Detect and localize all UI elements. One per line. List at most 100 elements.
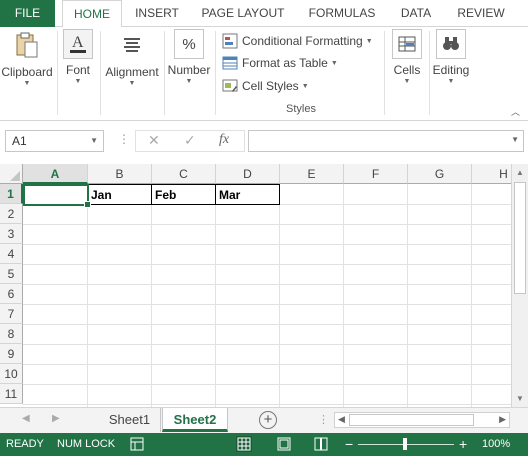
font-button[interactable]: A Font ▼ xyxy=(60,29,96,85)
gridline xyxy=(343,184,344,407)
ribbon: Clipboard ▼ A Font ▼ Alignment ▼ % Numbe… xyxy=(0,27,528,121)
number-icon: % xyxy=(174,29,204,59)
enter-icon[interactable]: ✓ xyxy=(184,132,196,149)
status-ready: READY xyxy=(6,438,44,450)
gridline xyxy=(23,344,511,345)
cancel-icon[interactable]: ✕ xyxy=(148,132,160,149)
ribbon-separator xyxy=(164,31,165,115)
page-layout-view-icon[interactable] xyxy=(276,436,292,452)
horizontal-scrollbar[interactable]: ◀ ▶ xyxy=(334,412,510,428)
row-header-4[interactable]: 4 xyxy=(0,244,23,264)
column-header-e[interactable]: E xyxy=(280,164,344,184)
cells-label: Cells xyxy=(393,63,421,77)
gridline xyxy=(23,224,511,225)
row-header-6[interactable]: 6 xyxy=(0,284,23,304)
alignment-button[interactable]: Alignment ▼ xyxy=(103,29,161,87)
gridline xyxy=(407,184,408,407)
row-header-5[interactable]: 5 xyxy=(0,264,23,284)
name-box[interactable]: A1 ▼ xyxy=(5,130,104,152)
select-all-button[interactable] xyxy=(0,164,23,184)
clipboard-icon xyxy=(11,29,43,61)
sheet-tab-sheet2[interactable]: Sheet2 xyxy=(162,408,228,432)
number-label: Number xyxy=(167,63,211,77)
column-header-b[interactable]: B xyxy=(88,164,152,184)
row-header-11[interactable]: 11 xyxy=(0,384,23,404)
number-button[interactable]: % Number ▼ xyxy=(166,29,212,85)
conditional-formatting-button[interactable]: Conditional Formatting ▼ xyxy=(222,31,373,51)
cells-icon xyxy=(392,29,422,59)
conditional-formatting-icon xyxy=(222,33,238,49)
cell-c1[interactable]: Feb xyxy=(151,184,216,205)
row-header-8[interactable]: 8 xyxy=(0,324,23,344)
column-header-a[interactable]: A xyxy=(23,164,88,184)
chevron-down-icon: ▼ xyxy=(403,78,411,85)
cell-d1[interactable]: Mar xyxy=(215,184,280,205)
zoom-in-icon[interactable]: + xyxy=(459,436,467,452)
zoom-out-icon[interactable]: − xyxy=(345,436,353,452)
row-header-3[interactable]: 3 xyxy=(0,224,23,244)
tab-page-layout[interactable]: PAGE LAYOUT xyxy=(197,0,289,27)
tab-home[interactable]: HOME xyxy=(62,0,122,28)
column-header-d[interactable]: D xyxy=(216,164,280,184)
chevron-down-icon: ▼ xyxy=(90,136,98,145)
row-header-2[interactable]: 2 xyxy=(0,204,23,224)
alignment-icon xyxy=(116,29,148,61)
scroll-down-icon[interactable]: ▼ xyxy=(516,394,524,403)
add-sheet-icon[interactable]: + xyxy=(259,411,277,429)
scroll-thumb[interactable] xyxy=(514,182,526,294)
gridline xyxy=(87,184,88,407)
editing-label: Editing xyxy=(432,63,470,77)
sheet-tab-sheet1[interactable]: Sheet1 xyxy=(99,408,161,432)
gridline xyxy=(471,184,472,407)
vertical-scrollbar[interactable]: ▲ ▼ xyxy=(511,164,528,407)
tab-data[interactable]: DATA xyxy=(393,0,439,27)
scroll-thumb[interactable] xyxy=(349,414,474,426)
column-header-g[interactable]: G xyxy=(408,164,472,184)
clipboard-button[interactable]: Clipboard ▼ xyxy=(0,29,54,87)
tab-insert[interactable]: INSERT xyxy=(130,0,184,27)
drag-handle-icon[interactable]: ⋮ xyxy=(318,413,329,426)
styles-group-label: Styles xyxy=(286,103,316,115)
cell-styles-button[interactable]: Cell Styles ▼ xyxy=(222,76,309,96)
formula-input[interactable]: ▼ xyxy=(248,130,524,152)
cells-button[interactable]: Cells ▼ xyxy=(388,29,426,85)
zoom-level[interactable]: 100% xyxy=(482,438,510,450)
scroll-left-icon[interactable]: ◀ xyxy=(338,414,345,425)
row-header-9[interactable]: 9 xyxy=(0,344,23,364)
chevron-down-icon: ▼ xyxy=(185,78,193,85)
fx-icon[interactable]: fx xyxy=(219,132,229,148)
row-header-7[interactable]: 7 xyxy=(0,304,23,324)
format-as-table-button[interactable]: Format as Table ▼ xyxy=(222,53,338,73)
next-sheet-icon[interactable]: ▶ xyxy=(52,413,60,424)
column-header-h[interactable]: H xyxy=(472,164,511,184)
ribbon-separator xyxy=(215,31,216,115)
chevron-down-icon: ▼ xyxy=(301,82,309,90)
editing-button[interactable]: Editing ▼ xyxy=(430,29,472,85)
normal-view-icon[interactable] xyxy=(236,436,252,452)
status-num-lock: NUM LOCK xyxy=(57,438,116,450)
collapse-ribbon-icon[interactable]: ︿ xyxy=(511,105,520,118)
page-break-view-icon[interactable] xyxy=(313,436,329,452)
prev-sheet-icon[interactable]: ◀ xyxy=(22,413,30,424)
chevron-down-icon: ▼ xyxy=(447,78,455,85)
drag-handle-icon[interactable]: ⋮ xyxy=(118,132,130,146)
macro-record-icon[interactable] xyxy=(130,437,144,451)
cell-b1[interactable]: Jan xyxy=(87,184,152,205)
gridline xyxy=(23,264,511,265)
zoom-slider-thumb[interactable] xyxy=(403,438,407,450)
column-header-f[interactable]: F xyxy=(344,164,408,184)
tab-formulas[interactable]: FORMULAS xyxy=(303,0,381,27)
scroll-up-icon[interactable]: ▲ xyxy=(516,168,524,177)
tab-review[interactable]: REVIEW xyxy=(451,0,511,27)
format-as-table-label: Format as Table xyxy=(242,56,328,70)
tab-file[interactable]: FILE xyxy=(0,0,55,27)
row-header-1[interactable]: 1 xyxy=(0,184,23,204)
chevron-down-icon: ▼ xyxy=(511,135,519,144)
row-header-10[interactable]: 10 xyxy=(0,364,23,384)
column-header-c[interactable]: C xyxy=(152,164,216,184)
ribbon-tabbar: FILE HOME INSERT PAGE LAYOUT FORMULAS DA… xyxy=(0,0,528,28)
gridline xyxy=(215,184,216,407)
scroll-right-icon[interactable]: ▶ xyxy=(499,414,506,425)
worksheet-grid[interactable]: A B C D E F G H 1 2 3 4 5 6 7 8 9 10 11 … xyxy=(0,164,511,407)
active-cell-a1[interactable] xyxy=(23,184,91,208)
